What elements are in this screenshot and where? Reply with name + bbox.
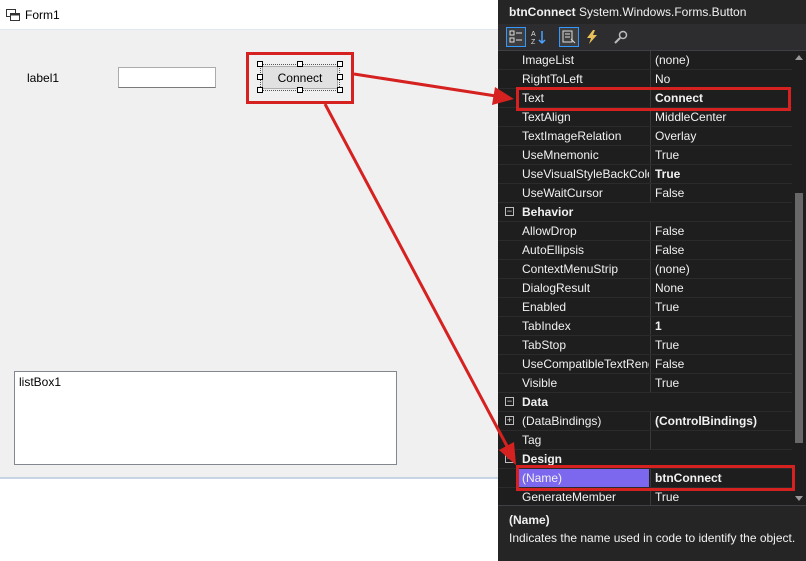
- property-name: ImageList: [522, 53, 575, 67]
- description-text: Indicates the name used in code to ident…: [509, 531, 796, 545]
- expand-icon[interactable]: +: [505, 416, 514, 425]
- category-label: Data: [522, 395, 549, 409]
- categorized-icon[interactable]: [506, 27, 526, 47]
- scroll-down-icon[interactable]: [795, 496, 803, 501]
- property-value[interactable]: (ControlBindings): [650, 412, 792, 430]
- property-value[interactable]: No: [650, 70, 792, 88]
- property-name: UseVisualStyleBackColor: [522, 167, 649, 181]
- category-behavior[interactable]: − Behavior: [498, 203, 792, 222]
- property-name: UseCompatibleTextRendering: [522, 357, 649, 371]
- property-value[interactable]: False: [650, 222, 792, 240]
- textbox1-control[interactable]: [118, 67, 216, 88]
- form-icon: [6, 9, 20, 21]
- label1-control[interactable]: label1: [27, 71, 59, 85]
- property-value[interactable]: Overlay: [650, 127, 792, 145]
- property-value[interactable]: True: [650, 374, 792, 392]
- property-name: DialogResult: [522, 281, 591, 295]
- property-name: AutoEllipsis: [522, 243, 585, 257]
- svg-text:Z: Z: [531, 39, 536, 45]
- button-highlight-box: [246, 52, 354, 104]
- property-name: UseWaitCursor: [522, 186, 603, 200]
- property-row[interactable]: UseWaitCursor False: [498, 184, 792, 203]
- selected-object-name: btnConnect: [509, 5, 576, 19]
- property-row[interactable]: + (DataBindings) (ControlBindings): [498, 412, 792, 431]
- description-pane: (Name) Indicates the name used in code t…: [498, 505, 806, 561]
- alphabetical-icon[interactable]: AZ: [529, 27, 549, 47]
- form-title: Form1: [25, 8, 60, 22]
- collapse-icon[interactable]: −: [505, 397, 514, 406]
- property-row[interactable]: Tag: [498, 431, 792, 450]
- property-name: TextImageRelation: [522, 129, 622, 143]
- property-grid-scrollbar[interactable]: [792, 51, 806, 505]
- collapse-icon[interactable]: −: [505, 207, 514, 216]
- property-value[interactable]: True: [650, 165, 792, 183]
- property-value[interactable]: (none): [650, 260, 792, 278]
- property-row[interactable]: Visible True: [498, 374, 792, 393]
- properties-icon[interactable]: [559, 27, 579, 47]
- property-value[interactable]: True: [650, 336, 792, 354]
- property-row[interactable]: TabStop True: [498, 336, 792, 355]
- property-pages-icon[interactable]: [611, 27, 631, 47]
- property-row[interactable]: DialogResult None: [498, 279, 792, 298]
- category-label: Behavior: [522, 205, 574, 219]
- property-name: (DataBindings): [522, 414, 602, 428]
- property-value[interactable]: None: [650, 279, 792, 297]
- scroll-thumb[interactable]: [795, 193, 803, 443]
- property-row[interactable]: TabIndex 1: [498, 317, 792, 336]
- property-row[interactable]: UseCompatibleTextRenderingFalse: [498, 355, 792, 374]
- property-row[interactable]: UseMnemonic True: [498, 146, 792, 165]
- text-property-highlight-box: [516, 87, 791, 111]
- property-value[interactable]: (none): [650, 51, 792, 69]
- property-row[interactable]: ContextMenuStrip (none): [498, 260, 792, 279]
- property-name: TabIndex: [522, 319, 571, 333]
- property-value[interactable]: False: [650, 241, 792, 259]
- scroll-up-icon[interactable]: [795, 55, 803, 60]
- property-value[interactable]: [650, 431, 792, 449]
- property-name: Enabled: [522, 300, 567, 314]
- property-value[interactable]: 1: [650, 317, 792, 335]
- property-name: RightToLeft: [522, 72, 583, 86]
- property-grid: ImageList (none) RightToLeft No Text Connec…: [498, 51, 792, 505]
- category-data[interactable]: − Data: [498, 393, 792, 412]
- events-icon[interactable]: [582, 27, 602, 47]
- description-title: (Name): [509, 513, 550, 527]
- collapse-icon[interactable]: −: [505, 454, 514, 463]
- properties-header: btnConnect System.Windows.Forms.Button: [498, 0, 806, 24]
- property-row[interactable]: Enabled True: [498, 298, 792, 317]
- property-row[interactable]: TextImageRelation Overlay: [498, 127, 792, 146]
- property-row[interactable]: UseVisualStyleBackColor True: [498, 165, 792, 184]
- form-titlebar[interactable]: Form1: [0, 0, 498, 30]
- property-name: UseMnemonic: [522, 148, 599, 162]
- properties-toolbar: AZ: [498, 24, 806, 51]
- selected-object-type: System.Windows.Forms.Button: [579, 5, 747, 19]
- listbox1-label: listBox1: [19, 375, 62, 389]
- property-name: TabStop: [522, 338, 567, 352]
- property-value[interactable]: False: [650, 355, 792, 373]
- property-row[interactable]: AutoEllipsis False: [498, 241, 792, 260]
- property-value[interactable]: True: [650, 146, 792, 164]
- listbox1-control[interactable]: listBox1: [14, 371, 397, 465]
- property-value[interactable]: True: [650, 298, 792, 316]
- property-name: Visible: [522, 376, 558, 390]
- name-property-highlight-box: [516, 465, 795, 491]
- svg-text:A: A: [531, 31, 536, 38]
- property-value[interactable]: False: [650, 184, 792, 202]
- property-name: ContextMenuStrip: [522, 262, 619, 276]
- property-row[interactable]: AllowDrop False: [498, 222, 792, 241]
- property-row[interactable]: ImageList (none): [498, 51, 792, 70]
- property-name: AllowDrop: [522, 224, 577, 238]
- property-name: Tag: [522, 433, 542, 447]
